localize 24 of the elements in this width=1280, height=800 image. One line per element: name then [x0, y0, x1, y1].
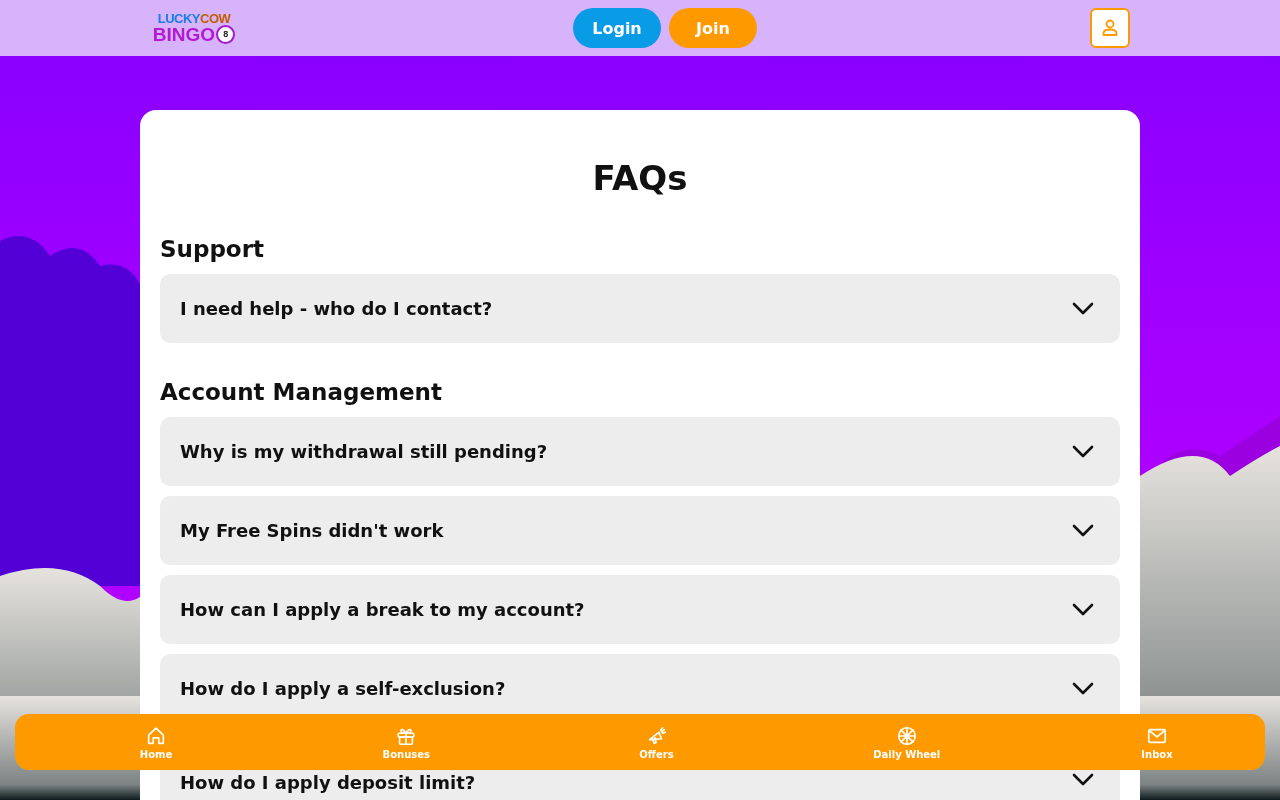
question-text: How do I apply a self-exclusion? [180, 678, 506, 699]
question-text: I need help - who do I contact? [180, 298, 493, 319]
account-button[interactable] [1090, 8, 1130, 48]
question-text: How can I apply a break to my account? [180, 599, 585, 620]
question-text: Why is my withdrawal still pending? [180, 441, 548, 462]
user-icon [1100, 18, 1120, 38]
faq-item[interactable]: Why is my withdrawal still pending? [160, 417, 1120, 486]
faq-item[interactable]: How can I apply a break to my account? [160, 575, 1120, 644]
faq-item[interactable]: I need help - who do I contact? [160, 274, 1120, 343]
join-button[interactable]: Join [669, 8, 757, 48]
question-text: How do I apply deposit limit? [180, 773, 476, 793]
logo[interactable]: LUCKYCOW BINGO 8 [148, 12, 240, 44]
wheel-icon [895, 724, 918, 747]
logo-text: LUCKY [157, 11, 200, 26]
login-button[interactable]: Login [573, 8, 661, 48]
logo-text: COW [200, 11, 231, 26]
section-heading: Account Management [160, 379, 443, 405]
faq-item[interactable]: My Free Spins didn't work [160, 496, 1120, 565]
bingo-ball-icon: 8 [216, 25, 236, 44]
page-title: FAQs [591, 157, 689, 200]
question-text: My Free Spins didn't work [180, 520, 444, 541]
nav-item[interactable]: Inbox [1126, 714, 1188, 770]
section-heading: Support [160, 236, 265, 262]
logo-text: BINGO [152, 25, 216, 44]
